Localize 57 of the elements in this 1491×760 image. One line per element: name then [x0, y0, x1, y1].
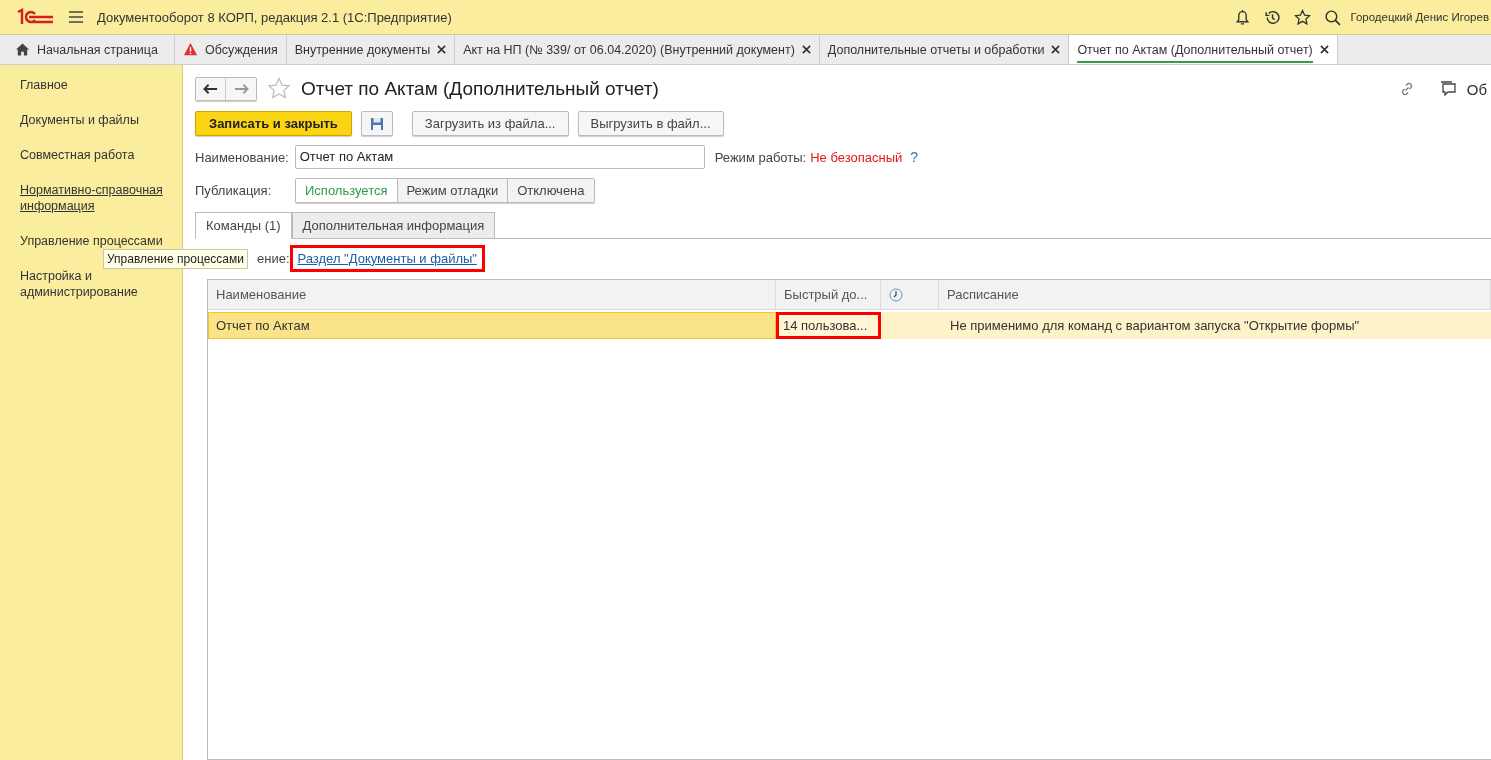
help-link[interactable]: ?	[910, 149, 919, 165]
column-header[interactable]: Расписание	[939, 280, 1491, 310]
window-tab[interactable]: Отчет по Актам (Дополнительный отчет)	[1069, 35, 1338, 64]
close-icon[interactable]	[801, 45, 811, 54]
save-button[interactable]	[360, 111, 393, 136]
close-icon[interactable]	[437, 45, 447, 54]
home-icon	[15, 42, 30, 57]
column-header[interactable]: Наименование	[208, 280, 776, 310]
window-tab[interactable]: Акт на НП (№ 339/ от 06.04.2020) (Внутренний документ)	[455, 35, 820, 64]
clock-icon	[889, 287, 903, 302]
publication-option[interactable]: Режим отладки	[397, 178, 509, 202]
left-arrow-icon	[203, 83, 218, 95]
app-title: Документооборот 8 КОРП, редакция 2.1 (1С:Предприятие)	[97, 9, 452, 25]
sidebar-item[interactable]: Нормативно-справочная информация	[0, 182, 182, 214]
file-button[interactable]: Выгрузить в файл...	[577, 111, 724, 136]
back-button[interactable]	[196, 78, 226, 100]
close-icon[interactable]	[1319, 45, 1329, 54]
user-name[interactable]: Городецкий Денис Игорев	[1350, 11, 1489, 23]
search-icon[interactable]	[1324, 8, 1342, 26]
placement-label: ение:	[257, 250, 290, 266]
sidebar-item[interactable]: Документы и файлы	[0, 112, 182, 128]
history-icon[interactable]	[1264, 8, 1282, 26]
placement-link[interactable]: Раздел "Документы и файлы"	[289, 244, 485, 272]
mode-label: Режим работы:	[714, 149, 807, 165]
right-arrow-icon	[233, 83, 249, 95]
table-cell: Отчет по Актам	[208, 312, 776, 339]
logo-icon	[15, 8, 55, 26]
menu-icon[interactable]	[68, 10, 84, 24]
warning-icon	[183, 42, 198, 57]
publication-option[interactable]: Отключена	[508, 178, 594, 202]
form-title: Отчет по Актам (Дополнительный отчет)	[301, 78, 659, 100]
window-tab[interactable]: Внутренние документы	[286, 35, 456, 64]
table-row[interactable]: Отчет по Актам 14 пользова... Не применимо для команд с вариантом запуска "Открытие формы"	[208, 312, 1491, 339]
chat-icon[interactable]	[1438, 81, 1457, 97]
file-button[interactable]: Загрузить из файла...	[411, 111, 569, 136]
sidebar-item[interactable]: Совместная работа	[0, 147, 182, 163]
star-icon[interactable]	[1294, 8, 1312, 26]
form-tab[interactable]: Дополнительная информация	[291, 212, 496, 239]
tooltip: Управление процессами	[103, 249, 248, 269]
discuss-label[interactable]: Об	[1466, 80, 1487, 98]
sidebar-item[interactable]: Главное	[0, 77, 182, 93]
name-label: Наименование:	[195, 149, 289, 165]
window-tab[interactable]: Обсуждения	[175, 35, 287, 64]
mode-value: Не безопасный	[810, 149, 903, 165]
column-header[interactable]: Быстрый до...	[776, 280, 881, 310]
publication-label: Публикация:	[195, 182, 273, 198]
save-and-close-button[interactable]: Записать и закрыть	[195, 111, 352, 136]
close-icon[interactable]	[1051, 45, 1061, 54]
table-cell-text: Не применимо для команд с вариантом запуска "Открытие формы"	[949, 317, 1361, 335]
publication-option[interactable]: Используется	[296, 178, 398, 202]
name-field[interactable]: Отчет по Актам	[294, 145, 705, 169]
window-tab[interactable]: Начальная страница	[0, 35, 175, 64]
star-icon[interactable]	[267, 77, 291, 101]
sidebar-item[interactable]: Управление процессами	[0, 233, 182, 249]
form-tab[interactable]: Команды (1)	[195, 212, 292, 239]
table-cell: 14 пользова...	[776, 312, 881, 339]
sidebar-item[interactable]: Настройка и администрирование	[0, 268, 182, 300]
